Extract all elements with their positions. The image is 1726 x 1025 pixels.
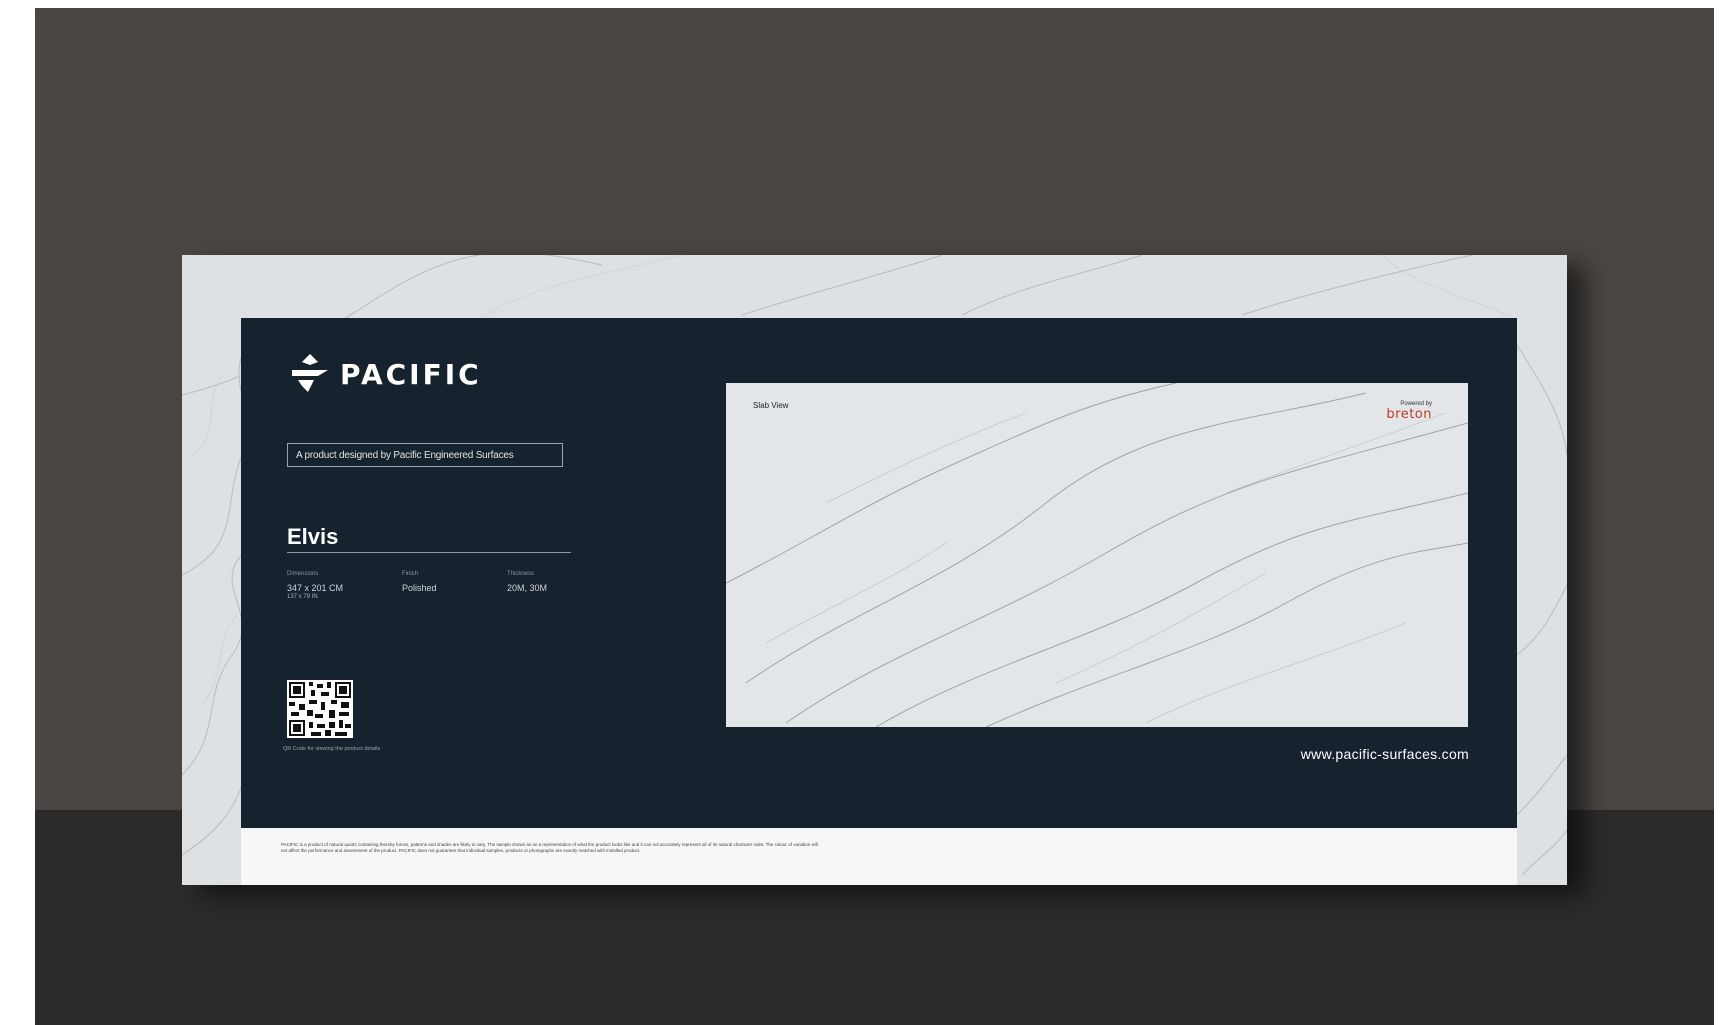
qr-caption: QR Code for viewing the product details — [283, 746, 381, 752]
powered-by: Powered by breton — [1386, 401, 1432, 422]
spec-value: 20M, 30M — [507, 583, 548, 593]
spec-value: 347 x 201 CM — [287, 583, 344, 593]
spec-subvalue: 137 x 79 IN — [287, 594, 318, 600]
qr-code-icon[interactable] — [287, 680, 353, 738]
spec-value: Polished — [402, 583, 437, 593]
product-card-panel: PACIFIC A product designed by Pacific En… — [241, 318, 1517, 828]
disclaimer-text: PACIFIC is a product of natural quartz c… — [281, 842, 818, 853]
website-link[interactable]: www.pacific-surfaces.com — [1301, 746, 1469, 762]
qr-code-graphic — [287, 680, 353, 738]
spec-label: Finish — [402, 571, 419, 577]
backdrop-scene: PACIFIC A product designed by Pacific En… — [35, 8, 1714, 1025]
spec-label: Thickness — [507, 571, 535, 577]
pacific-logo-icon — [292, 354, 328, 392]
breton-logo: breton — [1386, 407, 1432, 422]
brand-logo-text: PACIFIC — [340, 357, 482, 391]
spec-dimensions: Dimensions 347 x 201 CM 137 x 79 IN — [287, 571, 402, 601]
product-specs: Dimensions 347 x 201 CM 137 x 79 IN Fini… — [287, 571, 587, 601]
spec-label: Dimensions — [287, 571, 319, 577]
slab-preview-image — [726, 383, 1468, 727]
spec-thickness: Thickness 20M, 30M — [507, 571, 587, 601]
name-divider — [287, 552, 571, 553]
spec-finish: Finish Polished — [402, 571, 507, 601]
brand-logo: PACIFIC — [288, 352, 482, 396]
slab-preview: Slab View Powered by breton — [726, 383, 1468, 727]
marble-slab-display: PACIFIC A product designed by Pacific En… — [182, 255, 1567, 885]
slab-view-label: Slab View — [753, 401, 789, 410]
product-name: Elvis — [287, 524, 339, 549]
product-tagline: A product designed by Pacific Engineered… — [287, 443, 563, 467]
disclaimer-strip: PACIFIC is a product of natural quartz c… — [241, 828, 1517, 885]
